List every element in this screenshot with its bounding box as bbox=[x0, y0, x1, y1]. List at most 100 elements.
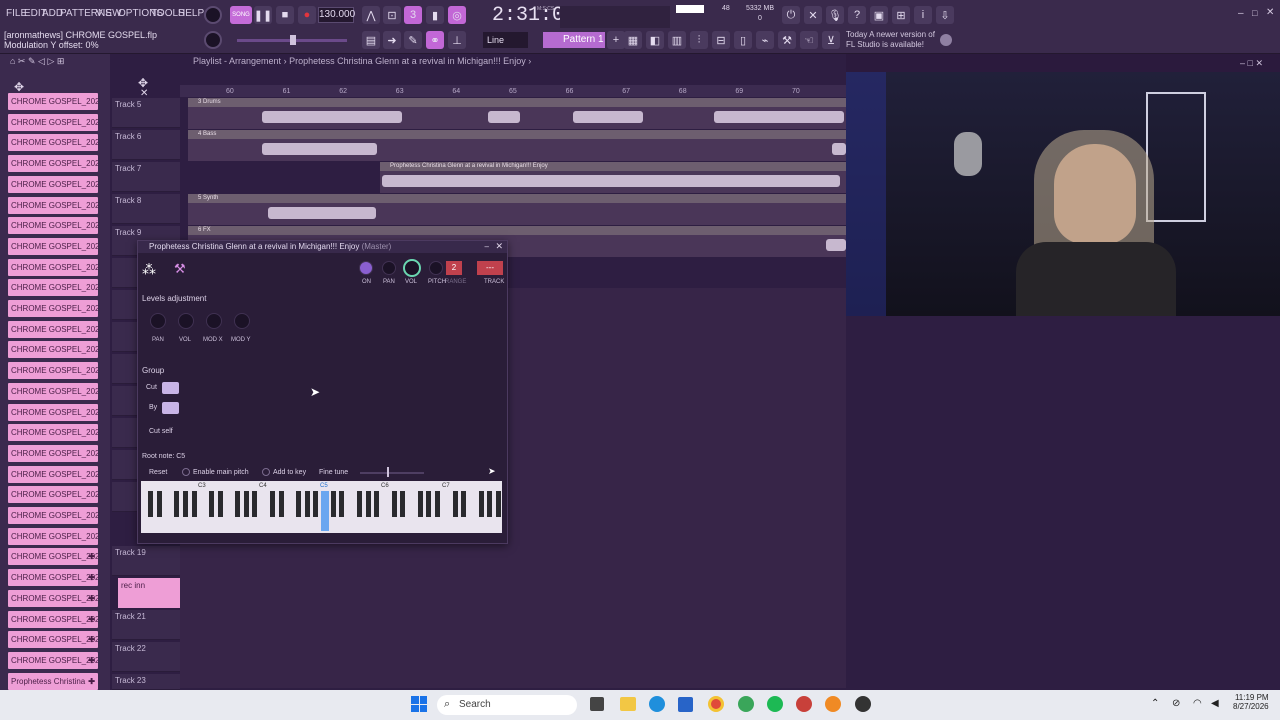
root-note-keyboard[interactable]: C3 C4 C5 C6 C7 bbox=[141, 481, 502, 533]
channel-window-title[interactable]: Prophetess Christina Glenn at a revival … bbox=[138, 241, 507, 253]
browser-item[interactable]: CHROME GOSPEL_2026-0 bbox=[8, 320, 98, 338]
tray-network-icon[interactable]: ⊘ bbox=[1172, 698, 1180, 709]
browser-item[interactable]: CHROME GOSPEL_2026-0 bbox=[8, 258, 98, 276]
browser-item[interactable]: CHROME GOSPEL_2026-0 bbox=[8, 362, 98, 380]
black-key[interactable] bbox=[243, 491, 249, 517]
playlist-grid-right[interactable] bbox=[846, 316, 1280, 690]
browser-item[interactable]: CHROME GOSPEL_2026-0 bbox=[8, 507, 98, 524]
level-vol-knob[interactable] bbox=[178, 313, 194, 329]
add-item-icon[interactable]: ✚ bbox=[88, 631, 95, 648]
browser-item[interactable]: CHROME GOSPEL_2026-0 bbox=[8, 341, 98, 359]
browser-item[interactable]: CHROME GOSPEL_202 ✚ bbox=[8, 589, 98, 607]
crossed-tools-icon[interactable]: ✕ bbox=[804, 6, 822, 24]
reset-button[interactable]: Reset bbox=[149, 469, 167, 476]
tempo-display[interactable]: 130.000 bbox=[318, 7, 355, 23]
browser-item[interactable]: CHROME GOSPEL_2026-0 bbox=[8, 113, 98, 131]
minimize-icon[interactable]: – bbox=[1238, 8, 1244, 19]
pitch-range-value[interactable]: 2 bbox=[446, 261, 462, 275]
step-edit-icon[interactable]: ▮ bbox=[426, 6, 444, 24]
cut-self-toggle[interactable]: Cut self bbox=[149, 428, 173, 435]
volume-icon[interactable]: ◀ bbox=[1211, 698, 1219, 709]
help-icon[interactable]: ? bbox=[848, 6, 866, 24]
selected-root-key[interactable] bbox=[321, 491, 329, 531]
playlist-icon[interactable]: ▦ bbox=[624, 31, 642, 49]
browser-item[interactable]: Prophetess Christina ✚ bbox=[8, 672, 98, 690]
plugin-icon[interactable]: ⊞ bbox=[892, 6, 910, 24]
black-key[interactable] bbox=[252, 491, 258, 517]
wait-record-icon[interactable]: ⊡ bbox=[383, 6, 401, 24]
browser-item[interactable]: CHROME GOSPEL_202 ✚ bbox=[8, 651, 98, 669]
browser-item[interactable]: CHROME GOSPEL_2026-0 bbox=[8, 279, 98, 297]
news-globe-icon[interactable] bbox=[940, 34, 952, 46]
level-pan-knob[interactable] bbox=[150, 313, 166, 329]
tray-clock[interactable]: 11:19 PM 8/27/2026 bbox=[1233, 693, 1269, 711]
piano-icon[interactable]: ▤ bbox=[362, 31, 380, 49]
plug-icon[interactable]: ⌁ bbox=[756, 31, 774, 49]
add-pattern-icon[interactable]: + bbox=[607, 31, 625, 49]
metronome-icon[interactable]: ⋀ bbox=[362, 6, 380, 24]
fine-tune-slider[interactable] bbox=[360, 472, 424, 474]
add-item-icon[interactable]: ✚ bbox=[88, 652, 95, 669]
channel-rack-icon[interactable]: ◧ bbox=[646, 31, 664, 49]
browser-item[interactable]: CHROME GOSPEL_2026-0 bbox=[8, 403, 98, 421]
record-icon[interactable]: ● bbox=[298, 6, 316, 24]
audio-clip-header[interactable]: Prophetess Christina Glenn at a revival … bbox=[380, 162, 846, 171]
black-key[interactable] bbox=[435, 491, 441, 517]
black-key[interactable] bbox=[356, 491, 362, 517]
keyboard-arrow-icon[interactable]: ➤ bbox=[488, 466, 496, 477]
browser-item[interactable]: CHROME GOSPEL_202 ✚ bbox=[8, 631, 98, 649]
black-key[interactable] bbox=[339, 491, 345, 517]
black-key[interactable] bbox=[174, 491, 180, 517]
piano-roll-icon[interactable]: ▥ bbox=[668, 31, 686, 49]
mixer-track-value[interactable]: --- bbox=[477, 261, 503, 275]
black-key[interactable] bbox=[313, 491, 319, 517]
xbox-icon[interactable] bbox=[738, 696, 754, 712]
spotify-icon[interactable] bbox=[767, 696, 783, 712]
browser-item[interactable]: CHROME GOSPEL_2026-0 bbox=[8, 134, 98, 152]
add-item-icon[interactable]: ✚ bbox=[88, 569, 95, 586]
menu-help[interactable]: HELP bbox=[178, 8, 204, 19]
master-volume-knob[interactable] bbox=[204, 6, 222, 24]
cart-icon[interactable]: ⊻ bbox=[822, 31, 840, 49]
edge-icon[interactable] bbox=[649, 696, 665, 712]
black-key[interactable] bbox=[374, 491, 380, 517]
track-22-label[interactable]: Track 22 bbox=[112, 642, 180, 672]
stamp-icon[interactable]: ⊥ bbox=[448, 31, 466, 49]
black-key[interactable] bbox=[208, 491, 214, 517]
pattern-selector[interactable]: Pattern 1 bbox=[543, 32, 605, 48]
browser-item[interactable]: CHROME GOSPEL_2026-0 bbox=[8, 424, 98, 442]
fl-studio-icon[interactable] bbox=[825, 696, 841, 712]
info-icon[interactable]: i bbox=[914, 6, 932, 24]
file-explorer-icon[interactable] bbox=[620, 697, 636, 711]
cut-group-field[interactable] bbox=[162, 382, 179, 394]
black-key[interactable] bbox=[452, 491, 458, 517]
track-21-label[interactable]: Track 21 bbox=[112, 610, 180, 640]
maximize-icon[interactable]: □ bbox=[1252, 8, 1257, 18]
track-19-label[interactable]: Track 19 bbox=[112, 546, 180, 576]
black-key[interactable] bbox=[182, 491, 188, 517]
browser-icon[interactable]: ⊟ bbox=[712, 31, 730, 49]
black-key[interactable] bbox=[426, 491, 432, 517]
app-icon[interactable] bbox=[796, 696, 812, 712]
browser-item[interactable]: CHROME GOSPEL_2026-0 bbox=[8, 465, 98, 483]
add-item-icon[interactable]: ✚ bbox=[88, 548, 95, 565]
chrome-icon[interactable] bbox=[708, 696, 724, 712]
song-mode-toggle[interactable]: SONG bbox=[230, 6, 252, 24]
snap-selector[interactable]: Line bbox=[483, 32, 528, 48]
touch-icon[interactable]: ☜ bbox=[800, 31, 818, 49]
add-to-key-radio[interactable] bbox=[262, 468, 270, 476]
task-view-icon[interactable] bbox=[590, 697, 604, 711]
by-group-field[interactable] bbox=[162, 402, 179, 414]
playlist-window-controls[interactable]: – □ ✕ bbox=[1240, 58, 1263, 69]
add-item-icon[interactable]: ✚ bbox=[88, 673, 95, 690]
windows-start-icon[interactable] bbox=[411, 696, 427, 712]
taskbar-search[interactable]: Search bbox=[437, 695, 577, 715]
wrench-tab-icon[interactable]: ⚒ bbox=[174, 261, 186, 277]
tray-chevron-icon[interactable]: ⌃ bbox=[1151, 698, 1159, 709]
store-icon[interactable] bbox=[678, 697, 693, 712]
channel-pitch-knob[interactable] bbox=[429, 261, 443, 275]
project-tool-icon[interactable]: ⚒ bbox=[778, 31, 796, 49]
enable-main-pitch-radio[interactable] bbox=[182, 468, 190, 476]
browser-item[interactable]: CHROME GOSPEL_2026-0 bbox=[8, 217, 98, 235]
browser-item[interactable]: CHROME GOSPEL_2026-0 bbox=[8, 486, 98, 504]
